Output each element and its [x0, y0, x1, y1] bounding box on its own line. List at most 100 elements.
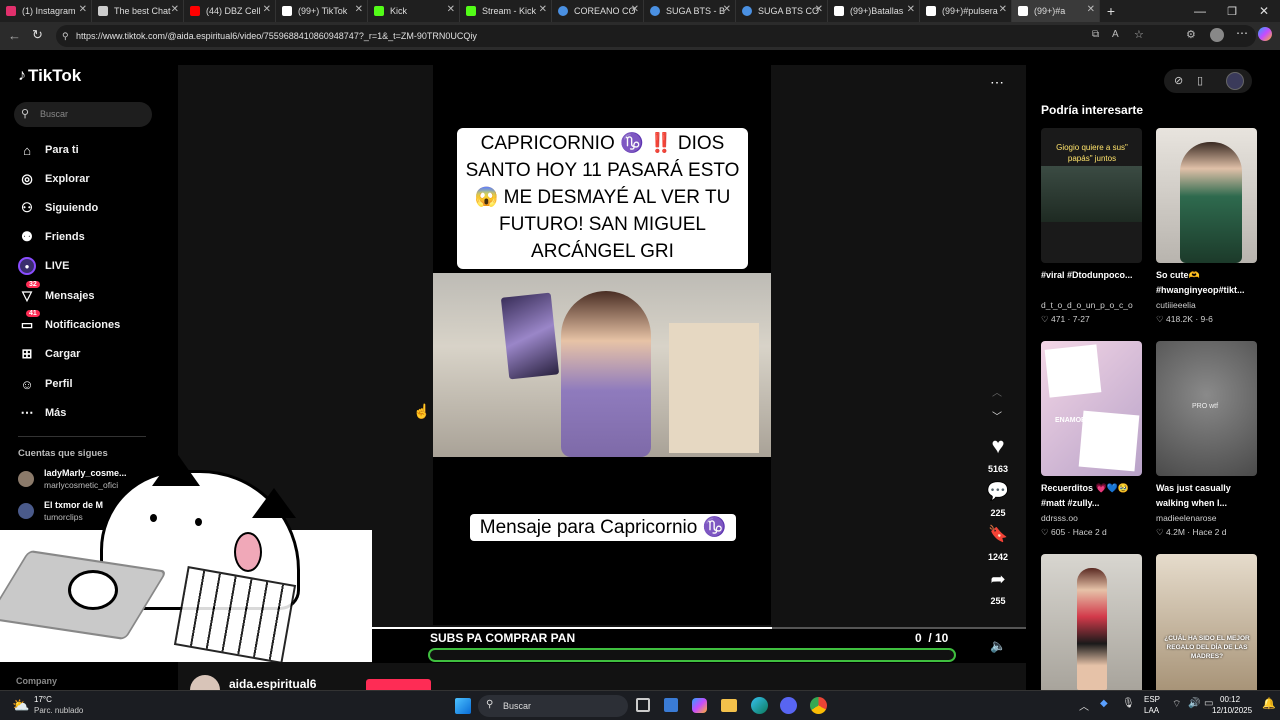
tiktok-icon: [926, 6, 936, 16]
recommended-user[interactable]: ddrsss.oo: [1041, 513, 1078, 523]
nav-item-explorar[interactable]: ◎ Explorar: [18, 170, 89, 188]
device-icon[interactable]: ▯: [1197, 74, 1203, 87]
task-view-icon[interactable]: [636, 698, 650, 712]
network-icon[interactable]: ◆: [1100, 698, 1108, 709]
recommended-video-thumb[interactable]: [1041, 554, 1142, 690]
nav-item-cargar[interactable]: ⊞ Cargar: [18, 345, 81, 363]
tab[interactable]: (44) DBZ Cell ✕: [184, 0, 276, 22]
recommended-title[interactable]: #viral #Dtodunpoco...: [1041, 268, 1151, 283]
close-tab-icon[interactable]: ✕: [999, 4, 1007, 15]
volume-icon[interactable]: 🔊: [1188, 698, 1200, 709]
taskbar-search[interactable]: ⚲ Buscar: [478, 695, 628, 717]
close-tab-icon[interactable]: ✕: [907, 4, 915, 15]
tab[interactable]: SUGA BTS CO ✕: [736, 0, 828, 22]
copilot-icon[interactable]: [1258, 27, 1272, 41]
more-options-icon[interactable]: ⋯: [990, 74, 1004, 91]
close-tab-icon[interactable]: ✕: [355, 4, 363, 15]
tab[interactable]: Kick ✕: [368, 0, 460, 22]
translate-icon[interactable]: A: [1112, 29, 1119, 40]
recommended-title[interactable]: Was just casually walking when I...: [1156, 481, 1266, 511]
tab-active[interactable]: (99+)#a ✕: [1012, 0, 1100, 22]
language-indicator[interactable]: ESP: [1144, 695, 1160, 704]
close-tab-icon[interactable]: ✕: [723, 4, 731, 15]
recommended-title[interactable]: Recuerditos 💗💙🥹 #matt #zully...: [1041, 481, 1151, 511]
folder-icon[interactable]: [721, 699, 737, 712]
comment-button[interactable]: 💬 225: [980, 480, 1016, 518]
nav-item-friends[interactable]: ⚉ Friends: [18, 228, 85, 246]
copilot-icon[interactable]: [692, 698, 707, 713]
avatar[interactable]: [1226, 72, 1244, 90]
volume-icon[interactable]: 🔈: [990, 638, 1006, 654]
close-tab-icon[interactable]: ✕: [171, 4, 179, 15]
follow-button[interactable]: [366, 679, 431, 690]
tab[interactable]: Stream - Kick ✕: [460, 0, 552, 22]
clock-time[interactable]: 00:12: [1220, 695, 1240, 704]
favorite-icon[interactable]: ☆: [1134, 28, 1144, 41]
recommended-user[interactable]: madieelenarose: [1156, 513, 1216, 523]
tab[interactable]: (99+)#pulsera ✕: [920, 0, 1012, 22]
close-tab-icon[interactable]: ✕: [539, 4, 547, 15]
edge-icon[interactable]: [751, 697, 768, 714]
nav-item-mas[interactable]: ⋯ Más: [18, 404, 67, 422]
recommended-video-thumb[interactable]: PRO wtf: [1156, 341, 1257, 476]
tab[interactable]: (1) Instagram ✕: [0, 0, 92, 22]
discord-icon[interactable]: [780, 697, 797, 714]
mouse-cursor: ☝: [413, 403, 431, 419]
coin-icon[interactable]: ⊘: [1174, 74, 1183, 87]
recommended-user[interactable]: d_t_o_d_o_un_p_o_c_o: [1041, 300, 1133, 310]
chrome-icon[interactable]: [810, 697, 827, 714]
tiktok-logo[interactable]: ♪ TikTok: [18, 66, 81, 86]
reload-icon[interactable]: ↻: [32, 27, 43, 43]
menu-icon[interactable]: ⋯: [1236, 26, 1248, 40]
weather-icon[interactable]: ⛅: [12, 697, 29, 714]
recommended-video-thumb[interactable]: Giogio quiere a sus" papás" juntos: [1041, 128, 1142, 263]
close-tab-icon[interactable]: ✕: [447, 4, 455, 15]
recommended-video-thumb[interactable]: ¿CUÁL HA SIDO EL MEJOR REGALO DEL DÍA DE…: [1156, 554, 1257, 690]
url-field[interactable]: ⚲ https://www.tiktok.com/@aida.espiritua…: [56, 25, 1256, 47]
chevron-up-icon[interactable]: ︿: [1079, 698, 1089, 713]
close-window-button[interactable]: ✕: [1248, 4, 1280, 18]
close-tab-icon[interactable]: ✕: [631, 4, 639, 15]
save-button[interactable]: 🔖 1242: [980, 524, 1016, 562]
previous-video-icon[interactable]: ︿: [992, 384, 1002, 399]
recommended-title[interactable]: So cute🫶 #hwanginyeop#tikt...: [1156, 268, 1266, 298]
tab[interactable]: (99+) TikTok ✕: [276, 0, 368, 22]
maximize-button[interactable]: ❐: [1216, 5, 1248, 18]
video-player[interactable]: CAPRICORNIO ♑ ‼️ DIOS SANTO HOY 11 PASAR…: [433, 65, 771, 625]
tab[interactable]: COREANO CO ✕: [552, 0, 644, 22]
nav-item-para-ti[interactable]: ⌂ Para ti: [18, 141, 79, 159]
minimize-button[interactable]: —: [1184, 4, 1216, 18]
close-tab-icon[interactable]: ✕: [1087, 4, 1095, 15]
close-tab-icon[interactable]: ✕: [263, 4, 271, 15]
author-username[interactable]: aida.espiritual6: [229, 677, 316, 690]
close-tab-icon[interactable]: ✕: [79, 4, 87, 15]
nav-item-mensajes[interactable]: ▽ 32 Mensajes: [18, 281, 95, 305]
wifi-icon[interactable]: ⌔: [1172, 698, 1181, 711]
extensions-icon[interactable]: ⚙: [1186, 28, 1196, 41]
next-video-icon[interactable]: ﹀: [992, 408, 1002, 423]
open-in-app-icon[interactable]: ⧉: [1092, 29, 1099, 40]
site-info-icon[interactable]: ⚲: [62, 25, 69, 47]
tab[interactable]: SUGA BTS - B ✕: [644, 0, 736, 22]
profile-avatar[interactable]: [1210, 28, 1224, 42]
search-box[interactable]: ⚲ Buscar: [14, 102, 152, 127]
nav-item-notificaciones[interactable]: ▭ 41 Notificaciones: [18, 310, 120, 334]
nav-item-perfil[interactable]: ☺ Perfil: [18, 375, 72, 393]
store-icon[interactable]: [664, 698, 678, 712]
new-tab-button[interactable]: +: [1100, 3, 1122, 19]
notification-bell-icon[interactable]: 🔔: [1262, 697, 1276, 710]
recommended-video-thumb[interactable]: ENAMORAAAS!!!: [1041, 341, 1142, 476]
start-icon[interactable]: [455, 698, 471, 714]
like-button[interactable]: ♥ 5163: [980, 434, 1016, 475]
tab[interactable]: The best Chat ✕: [92, 0, 184, 22]
tab[interactable]: (99+)Batallas ✕: [828, 0, 920, 22]
close-tab-icon[interactable]: ✕: [815, 4, 823, 15]
footer-company-link[interactable]: Company: [16, 676, 57, 686]
mic-icon[interactable]: 🎙: [1122, 698, 1135, 709]
recommended-user[interactable]: cutiiieeelia: [1156, 300, 1196, 310]
nav-item-siguiendo[interactable]: ⚇ Siguiendo: [18, 199, 98, 217]
share-button[interactable]: ➦ 255: [980, 568, 1016, 606]
back-icon[interactable]: ←: [8, 28, 21, 43]
nav-item-live[interactable]: ● LIVE: [18, 257, 69, 275]
recommended-video-thumb[interactable]: [1156, 128, 1257, 263]
